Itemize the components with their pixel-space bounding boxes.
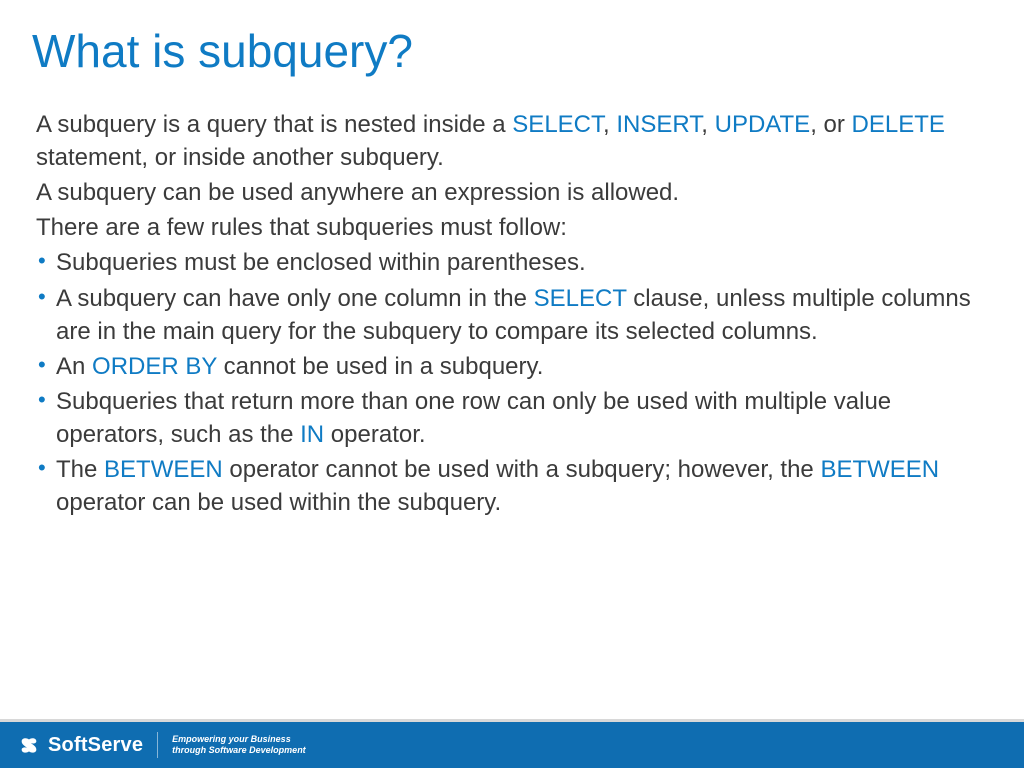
keyword-between: BETWEEN xyxy=(104,456,223,483)
text: Subqueries that return more than one row… xyxy=(56,388,891,448)
keyword-in: IN xyxy=(300,421,324,448)
text: A subquery is a query that is nested ins… xyxy=(36,111,512,138)
slide: What is subquery? A subquery is a query … xyxy=(0,0,1024,768)
text: An xyxy=(56,353,92,380)
text: operator cannot be used with a subquery;… xyxy=(223,456,821,483)
text: , or xyxy=(810,111,851,138)
intro-paragraph-1: A subquery is a query that is nested ins… xyxy=(36,108,988,174)
list-item: Subqueries that return more than one row… xyxy=(36,385,988,451)
keyword-insert: INSERT xyxy=(616,111,701,138)
keyword-select: SELECT xyxy=(534,285,627,312)
intro-paragraph-3: There are a few rules that subqueries mu… xyxy=(36,211,988,244)
softserve-icon xyxy=(18,734,40,756)
text: , xyxy=(701,111,714,138)
list-item: The BETWEEN operator cannot be used with… xyxy=(36,453,988,519)
text: statement, or inside another subquery. xyxy=(36,144,444,171)
text: Subqueries must be enclosed within paren… xyxy=(56,249,586,276)
slide-body: A subquery is a query that is nested ins… xyxy=(0,78,1024,519)
list-item: Subqueries must be enclosed within paren… xyxy=(36,246,988,279)
keyword-between: BETWEEN xyxy=(820,456,939,483)
tagline-line-2: through Software Development xyxy=(172,745,306,756)
tagline-line-1: Empowering your Business xyxy=(172,734,306,745)
text: , xyxy=(603,111,616,138)
list-item: An ORDER BY cannot be used in a subquery… xyxy=(36,350,988,383)
slide-title: What is subquery? xyxy=(0,0,1024,78)
list-item: A subquery can have only one column in t… xyxy=(36,282,988,348)
brand-tagline: Empowering your Business through Softwar… xyxy=(172,734,306,757)
keyword-delete: DELETE xyxy=(852,111,945,138)
keyword-select: SELECT xyxy=(512,111,603,138)
intro-paragraph-2: A subquery can be used anywhere an expre… xyxy=(36,176,988,209)
footer-bar: SoftServe Empowering your Business throu… xyxy=(0,722,1024,768)
keyword-orderby: ORDER BY xyxy=(92,353,217,380)
text: A subquery can have only one column in t… xyxy=(56,285,534,312)
brand-name: SoftServe xyxy=(48,734,143,757)
keyword-update: UPDATE xyxy=(715,111,811,138)
text: The xyxy=(56,456,104,483)
text: cannot be used in a subquery. xyxy=(217,353,543,380)
brand-logo: SoftServe xyxy=(18,734,143,757)
text: operator. xyxy=(324,421,425,448)
text: operator can be used within the subquery… xyxy=(56,489,501,516)
bullet-list: Subqueries must be enclosed within paren… xyxy=(36,246,988,519)
footer-vertical-divider xyxy=(157,732,158,758)
